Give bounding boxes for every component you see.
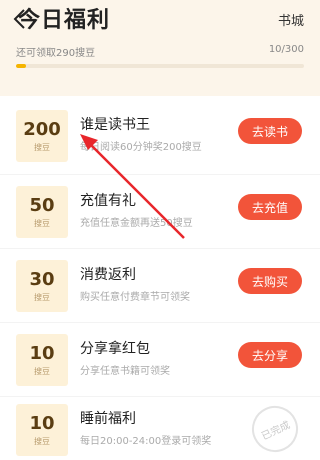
task-name: 分享拿红包 xyxy=(80,341,150,357)
reward-amount: 30 xyxy=(29,268,55,290)
divider xyxy=(0,322,320,323)
task-name: 充值有礼 xyxy=(80,193,136,209)
task-item-recharge: 50 搜豆 充值有礼 充值任意金额再送50搜豆 去充值 xyxy=(0,186,320,262)
task-item-share: 10 搜豆 分享拿红包 分享任意书籍可领奖 去分享 xyxy=(0,334,320,410)
reward-unit: 搜豆 xyxy=(34,436,50,446)
bookstore-link[interactable]: 书城 xyxy=(278,10,304,29)
reward-amount: 10 xyxy=(29,342,55,364)
go-purchase-button[interactable]: 去购买 xyxy=(238,268,302,294)
reward-unit: 搜豆 xyxy=(34,292,50,302)
go-share-button[interactable]: 去分享 xyxy=(238,342,302,368)
divider xyxy=(0,248,320,249)
go-recharge-button[interactable]: 去充值 xyxy=(238,194,302,220)
reward-unit: 搜豆 xyxy=(34,142,50,152)
reward-badge: 200 搜豆 xyxy=(16,110,68,162)
reward-badge: 50 搜豆 xyxy=(16,186,68,238)
reward-amount: 200 xyxy=(23,118,61,140)
reward-badge: 10 搜豆 xyxy=(16,334,68,386)
task-name: 谁是读书王 xyxy=(80,117,150,133)
task-item-bedtime: 10 搜豆 睡前福利 每日20:00-24:00登录可领奖 已完成 xyxy=(0,398,320,460)
page-title: 今日福利 xyxy=(18,8,111,33)
divider xyxy=(0,396,320,397)
task-name: 消费返利 xyxy=(80,267,136,283)
divider xyxy=(0,174,320,175)
remaining-beans-text: 还可领取290搜豆 xyxy=(16,48,96,59)
reward-amount: 50 xyxy=(29,194,55,216)
progress-bar-fill xyxy=(16,64,26,68)
task-description: 每日20:00-24:00登录可领奖 xyxy=(80,436,212,447)
task-description: 购买任意付费章节可领奖 xyxy=(80,292,190,303)
task-description: 分享任意书籍可领奖 xyxy=(80,366,170,377)
task-description: 每日阅读60分钟奖200搜豆 xyxy=(80,142,202,153)
completed-stamp: 已完成 xyxy=(244,398,306,460)
reward-badge: 10 搜豆 xyxy=(16,404,68,456)
reward-unit: 搜豆 xyxy=(34,366,50,376)
task-name: 睡前福利 xyxy=(80,411,136,427)
reward-badge: 30 搜豆 xyxy=(16,260,68,312)
reward-unit: 搜豆 xyxy=(34,218,50,228)
page-header: 今日福利 书城 还可领取290搜豆 10/300 xyxy=(0,0,320,96)
go-read-button[interactable]: 去读书 xyxy=(238,118,302,144)
reward-amount: 10 xyxy=(29,412,55,434)
progress-count: 10/300 xyxy=(268,44,304,55)
progress-bar xyxy=(16,64,304,68)
task-item-purchase: 30 搜豆 消费返利 购买任意付费章节可领奖 去购买 xyxy=(0,260,320,336)
task-description: 充值任意金额再送50搜豆 xyxy=(80,218,193,229)
